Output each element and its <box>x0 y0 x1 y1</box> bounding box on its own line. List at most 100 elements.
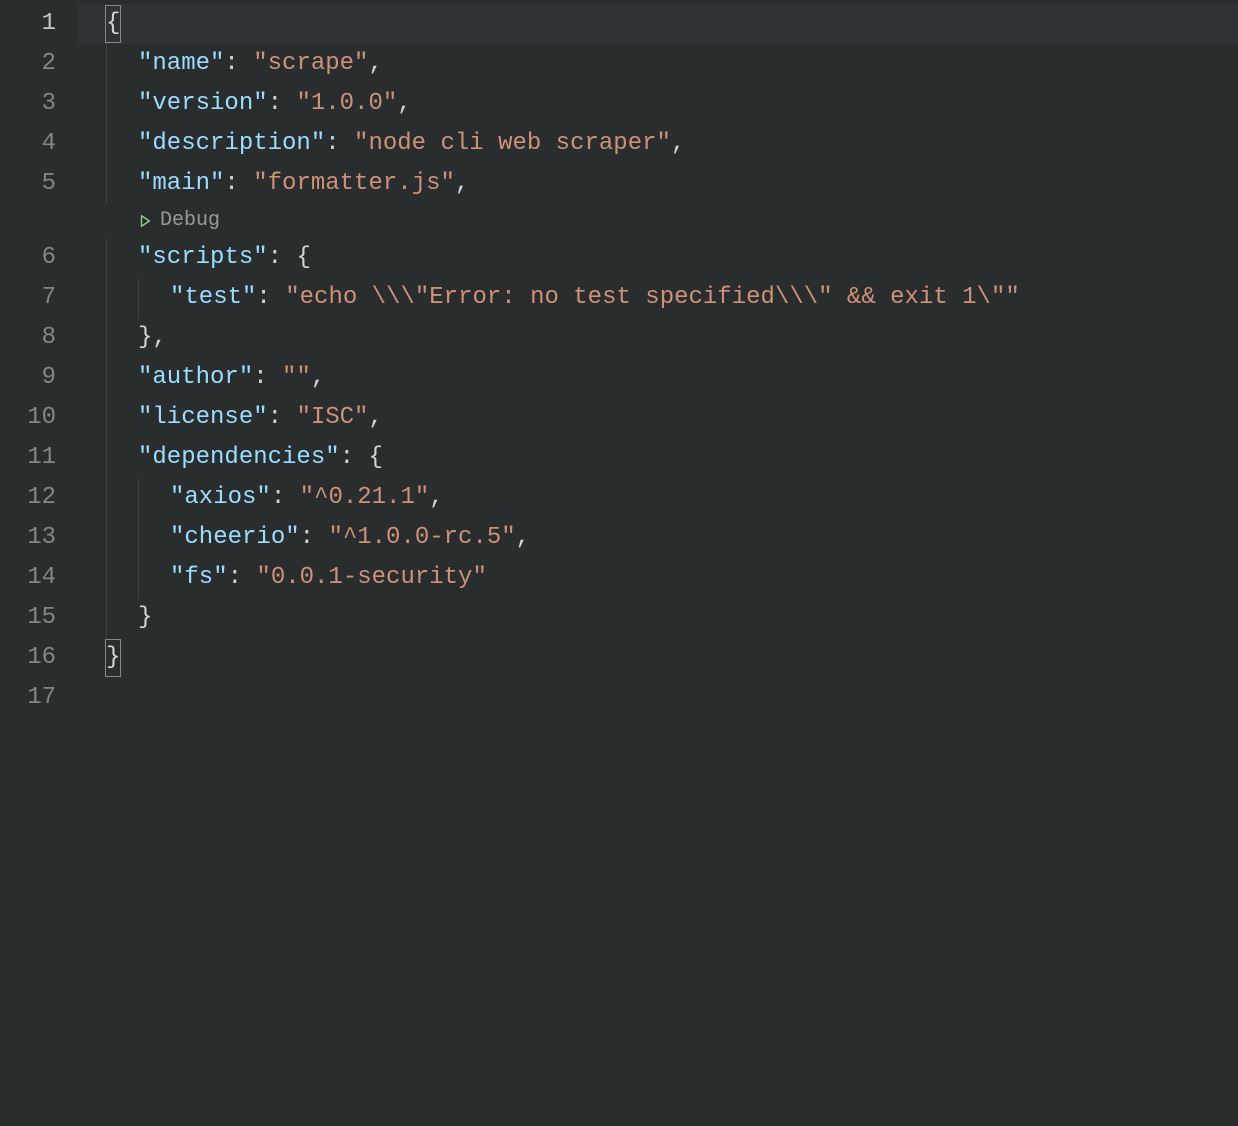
indent-guide <box>106 518 107 558</box>
comma: , <box>397 90 411 117</box>
colon: : <box>268 90 297 117</box>
line-number[interactable]: 4 <box>0 124 78 164</box>
json-key-name: "name" <box>138 50 224 77</box>
json-key-dependencies: "dependencies" <box>138 444 340 471</box>
comma: , <box>368 50 382 77</box>
indent-guide <box>138 278 139 318</box>
colon: : <box>256 284 285 311</box>
indent-guide <box>106 238 107 278</box>
open-brace: { <box>296 244 310 271</box>
json-value-fs: "0.0.1-security" <box>256 564 486 591</box>
code-area[interactable]: { "name": "scrape", "version": "1.0.0", … <box>78 0 1238 1126</box>
close-brace: }, <box>138 324 167 351</box>
json-key-license: "license" <box>138 404 268 431</box>
colon: : <box>268 404 297 431</box>
line-number[interactable]: 17 <box>0 678 78 718</box>
indent-guide <box>106 164 107 204</box>
indent-guide <box>106 478 107 518</box>
code-line[interactable]: "description": "node cli web scraper", <box>78 124 1238 164</box>
colon: : <box>224 50 253 77</box>
code-line[interactable]: "cheerio": "^1.0.0-rc.5", <box>78 518 1238 558</box>
line-number[interactable]: 13 <box>0 518 78 558</box>
line-number[interactable]: 15 <box>0 598 78 638</box>
comma: , <box>368 404 382 431</box>
json-key-description: "description" <box>138 130 325 157</box>
indent-guide <box>106 124 107 164</box>
code-line[interactable]: "author": "", <box>78 358 1238 398</box>
code-line[interactable]: "fs": "0.0.1-security" <box>78 558 1238 598</box>
line-number[interactable]: 9 <box>0 358 78 398</box>
indent-guide <box>106 598 107 638</box>
comma: , <box>671 130 685 157</box>
comma: , <box>429 484 443 511</box>
indent-guide <box>138 478 139 518</box>
code-editor[interactable]: 1 2 3 4 5 6 7 8 9 10 11 12 13 14 15 16 1… <box>0 0 1238 1126</box>
code-line[interactable]: "license": "ISC", <box>78 398 1238 438</box>
indent-guide <box>106 318 107 358</box>
colon: : <box>224 170 253 197</box>
indent-guide <box>106 358 107 398</box>
json-value-main: "formatter.js" <box>253 170 455 197</box>
json-value-test: "echo \\\"Error: no test specified\\\" &… <box>285 284 1020 311</box>
play-icon <box>138 214 152 228</box>
code-line[interactable]: } <box>78 638 1238 678</box>
json-value-axios: "^0.21.1" <box>300 484 430 511</box>
codelens-label: Debug <box>160 204 220 238</box>
open-brace: { <box>368 444 382 471</box>
code-line[interactable]: "test": "echo \\\"Error: no test specifi… <box>78 278 1238 318</box>
colon: : <box>271 484 300 511</box>
code-line[interactable]: "version": "1.0.0", <box>78 84 1238 124</box>
code-line[interactable]: "name": "scrape", <box>78 44 1238 84</box>
code-line[interactable]: } <box>78 598 1238 638</box>
json-value-version: "1.0.0" <box>296 90 397 117</box>
line-number[interactable]: 12 <box>0 478 78 518</box>
line-number[interactable]: 1 <box>0 4 78 44</box>
code-line[interactable]: "scripts": { <box>78 238 1238 278</box>
comma: , <box>455 170 469 197</box>
json-key-version: "version" <box>138 90 268 117</box>
colon: : <box>300 524 329 551</box>
code-line[interactable]: "dependencies": { <box>78 438 1238 478</box>
line-number[interactable]: 10 <box>0 398 78 438</box>
indent-guide <box>106 398 107 438</box>
comma: , <box>311 364 325 391</box>
line-number[interactable]: 2 <box>0 44 78 84</box>
json-value-name: "scrape" <box>253 50 368 77</box>
line-number[interactable]: 11 <box>0 438 78 478</box>
close-brace: } <box>138 604 152 631</box>
code-line[interactable]: "main": "formatter.js", <box>78 164 1238 204</box>
line-number[interactable]: 5 <box>0 164 78 204</box>
indent-guide <box>106 84 107 124</box>
json-value-author: "" <box>282 364 311 391</box>
colon: : <box>268 244 297 271</box>
indent-guide <box>106 558 107 598</box>
indent-guide <box>138 518 139 558</box>
colon: : <box>340 444 369 471</box>
code-line[interactable]: { <box>78 4 1238 44</box>
indent-guide <box>106 278 107 318</box>
json-key-scripts: "scripts" <box>138 244 268 271</box>
code-line[interactable]: }, <box>78 318 1238 358</box>
line-number[interactable]: 7 <box>0 278 78 318</box>
comma: , <box>516 524 530 551</box>
json-key-cheerio: "cheerio" <box>170 524 300 551</box>
code-line[interactable] <box>78 678 1238 718</box>
open-brace: { <box>105 5 121 43</box>
json-value-description: "node cli web scraper" <box>354 130 671 157</box>
line-number[interactable]: 3 <box>0 84 78 124</box>
code-line[interactable]: "axios": "^0.21.1", <box>78 478 1238 518</box>
close-brace: } <box>105 639 121 677</box>
json-key-main: "main" <box>138 170 224 197</box>
json-value-license: "ISC" <box>296 404 368 431</box>
line-number-gutter[interactable]: 1 2 3 4 5 6 7 8 9 10 11 12 13 14 15 16 1… <box>0 0 78 1126</box>
json-key-author: "author" <box>138 364 253 391</box>
line-number[interactable]: 6 <box>0 238 78 278</box>
line-number[interactable]: 14 <box>0 558 78 598</box>
json-key-axios: "axios" <box>170 484 271 511</box>
colon: : <box>253 364 282 391</box>
line-number[interactable]: 16 <box>0 638 78 678</box>
codelens-debug[interactable]: Debug <box>78 204 1238 238</box>
codelens-gutter-spacer <box>0 204 78 238</box>
line-number[interactable]: 8 <box>0 318 78 358</box>
json-value-cheerio: "^1.0.0-rc.5" <box>328 524 515 551</box>
